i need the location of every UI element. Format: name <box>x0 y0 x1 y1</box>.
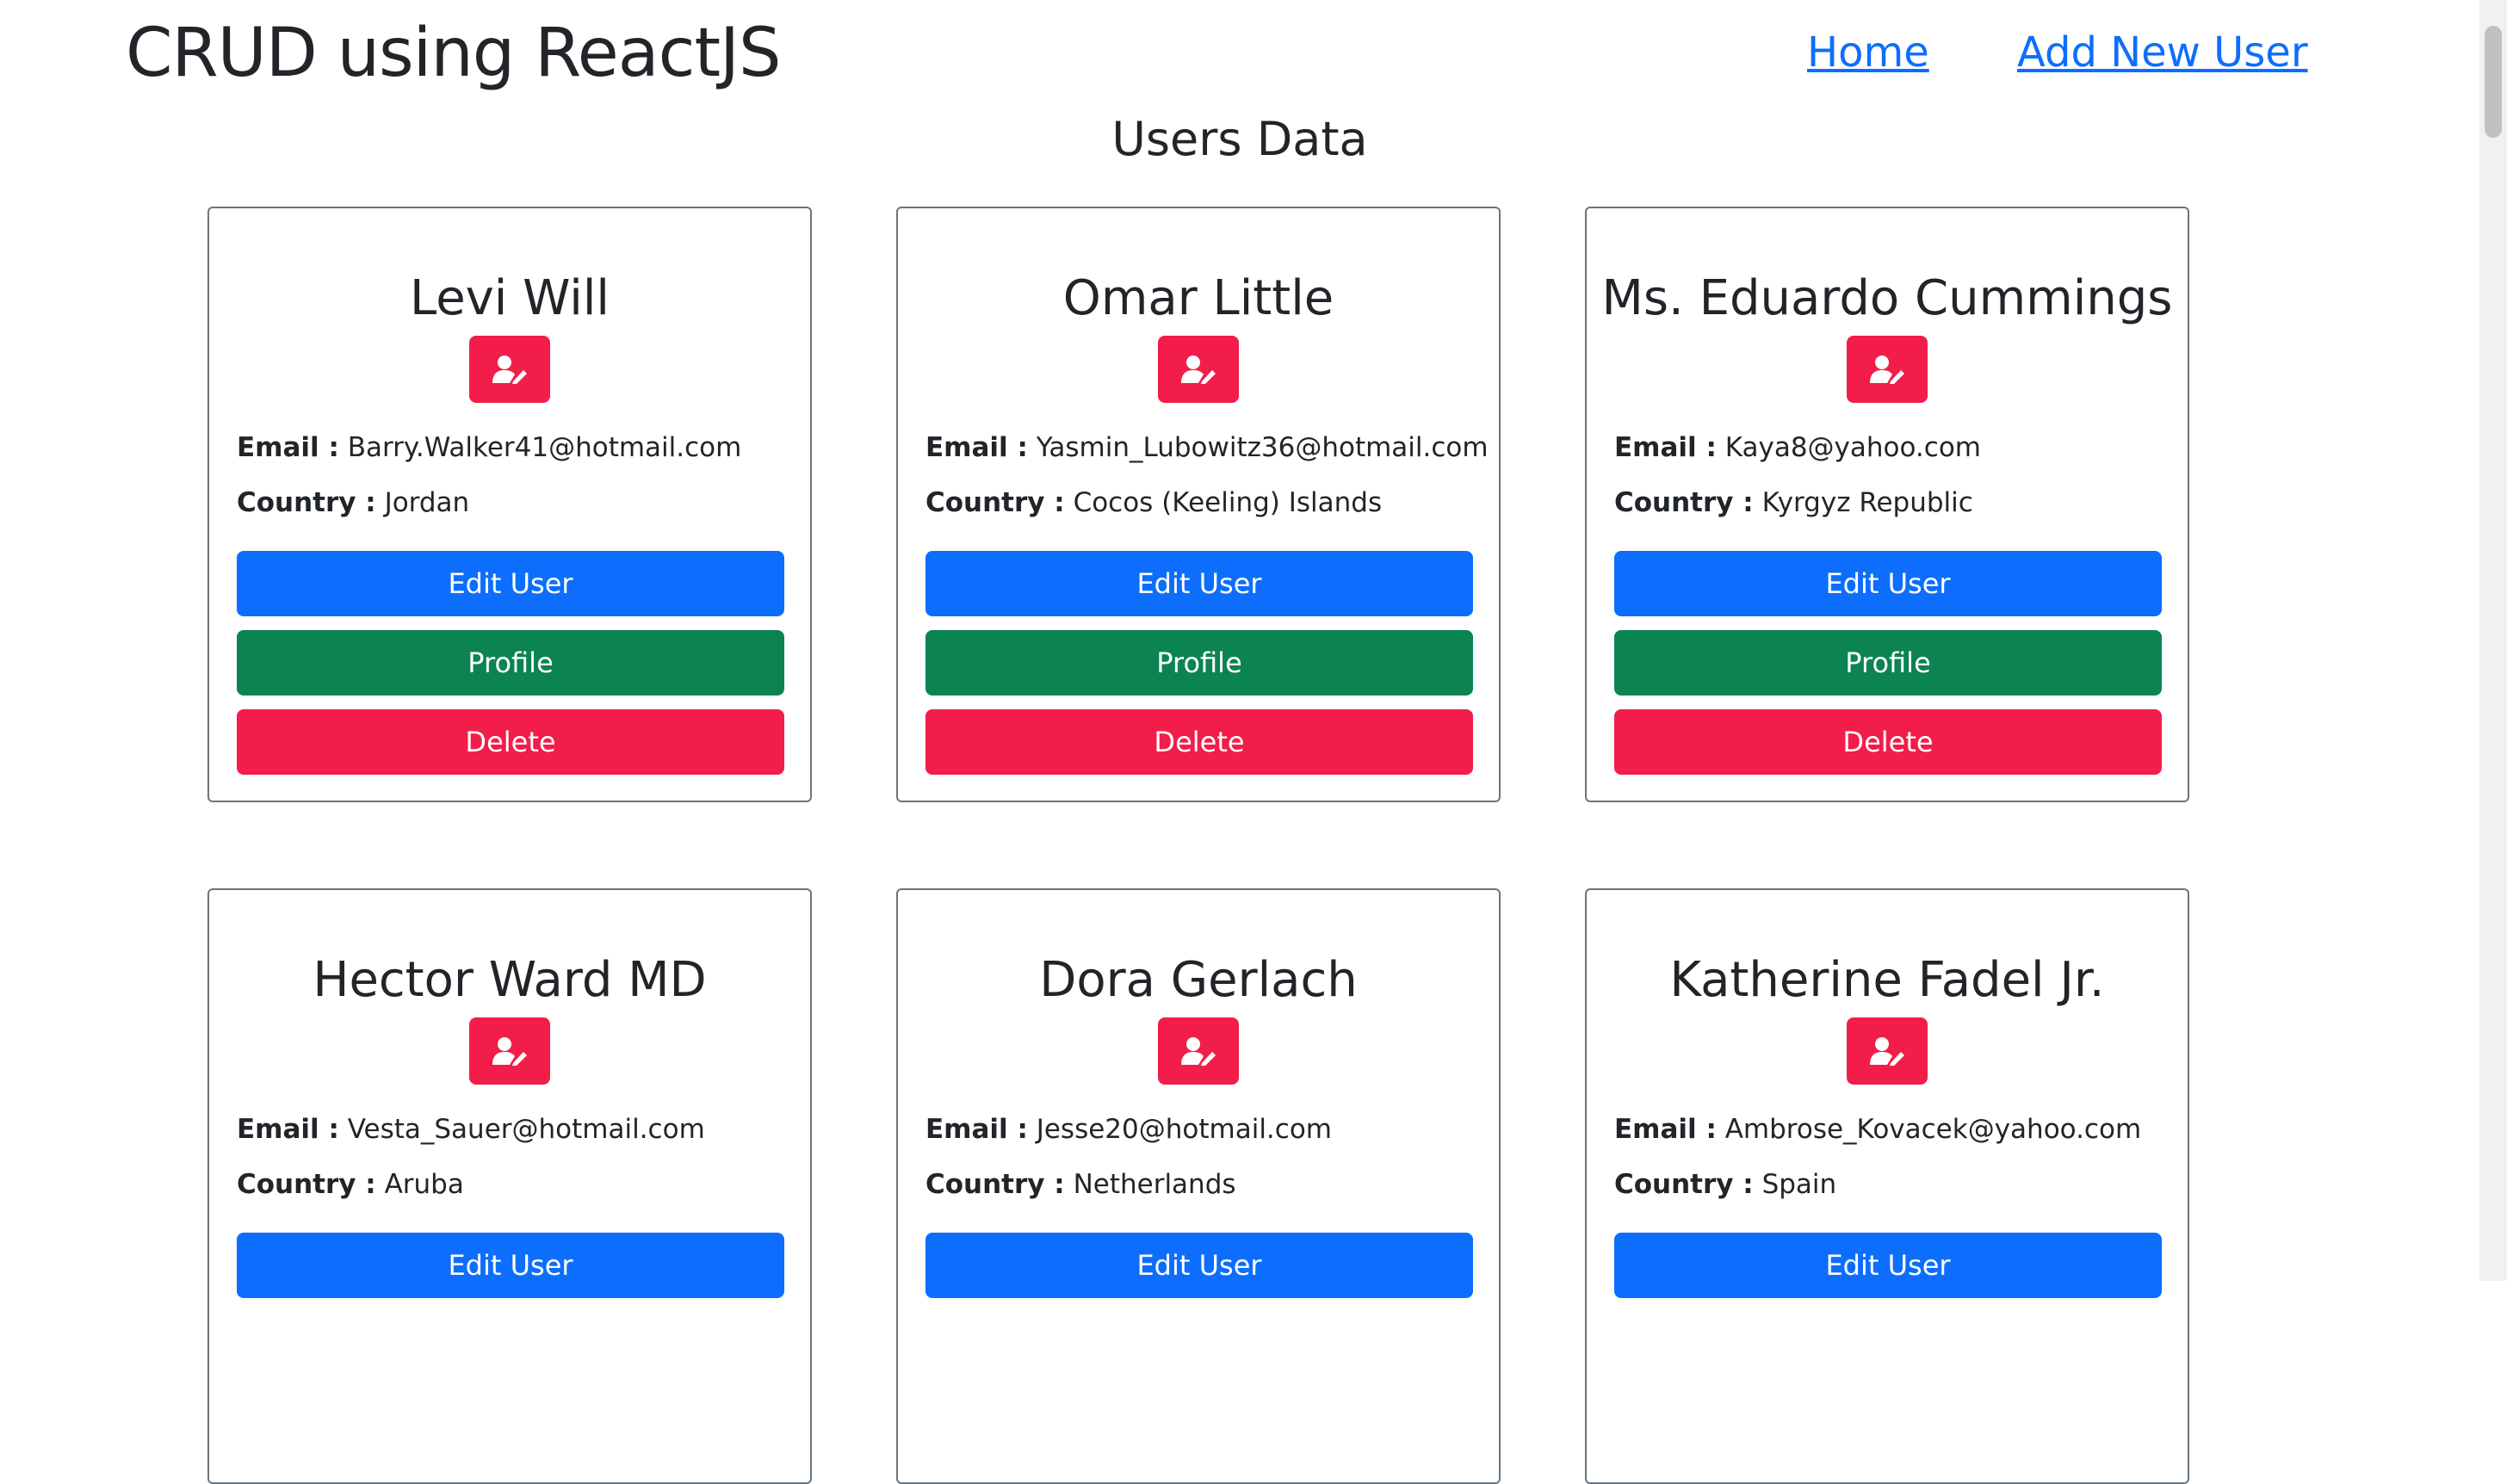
user-cards-grid: Levi Will Email : Barry.Walker41@hotmail… <box>0 0 2479 1484</box>
user-name: Hector Ward MD <box>313 952 707 1008</box>
user-card: Ms. Eduardo Cummings Email : Kaya8@yahoo… <box>1585 207 2189 802</box>
user-edit-icon <box>492 1037 527 1066</box>
email-label: Email : <box>1614 1114 1717 1145</box>
user-email: Email : Barry.Walker41@hotmail.com <box>237 429 741 467</box>
country-label: Country : <box>1614 487 1754 518</box>
country-value: Jordan <box>384 487 470 518</box>
email-value: Barry.Walker41@hotmail.com <box>347 432 742 463</box>
user-country: Country : Jordan <box>237 484 469 522</box>
user-card: Omar Little Email : Yasmin_Lubowitz36@ho… <box>896 207 1501 802</box>
country-label: Country : <box>237 1169 376 1200</box>
email-value: Yasmin_Lubowitz36@hotmail.com <box>1036 432 1489 463</box>
user-email: Email : Kaya8@yahoo.com <box>1614 429 1981 467</box>
email-label: Email : <box>1614 432 1717 463</box>
delete-button[interactable]: Delete <box>1614 709 2162 775</box>
edit-user-button[interactable]: Edit User <box>925 1233 1473 1298</box>
user-edit-icon-button[interactable] <box>1158 1017 1239 1085</box>
country-value: Netherlands <box>1073 1169 1236 1200</box>
user-name: Katherine Fadel Jr. <box>1669 952 2105 1008</box>
user-name: Dora Gerlach <box>1039 952 1358 1008</box>
email-label: Email : <box>925 1114 1028 1145</box>
email-label: Email : <box>237 1114 339 1145</box>
vertical-scrollbar[interactable] <box>2479 0 2507 1281</box>
user-edit-icon-button[interactable] <box>469 1017 550 1085</box>
user-email: Email : Jesse20@hotmail.com <box>925 1110 1332 1148</box>
user-country: Country : Kyrgyz Republic <box>1614 484 1973 522</box>
user-country: Country : Cocos (Keeling) Islands <box>925 484 1382 522</box>
edit-user-button[interactable]: Edit User <box>237 551 784 616</box>
user-card: Levi Will Email : Barry.Walker41@hotmail… <box>207 207 812 802</box>
email-value: Kaya8@yahoo.com <box>1724 432 1981 463</box>
user-card: Hector Ward MD Email : Vesta_Sauer@hotma… <box>207 888 812 1484</box>
user-edit-icon-button[interactable] <box>469 336 550 403</box>
user-edit-icon <box>1870 356 1904 384</box>
delete-button[interactable]: Delete <box>925 709 1473 775</box>
email-label: Email : <box>237 432 339 463</box>
email-value: Jesse20@hotmail.com <box>1036 1114 1332 1145</box>
email-value: Vesta_Sauer@hotmail.com <box>347 1114 705 1145</box>
country-value: Kyrgyz Republic <box>1761 487 1973 518</box>
edit-user-button[interactable]: Edit User <box>1614 551 2162 616</box>
user-edit-icon <box>492 356 527 384</box>
user-name: Omar Little <box>1062 270 1334 326</box>
edit-user-button[interactable]: Edit User <box>1614 1233 2162 1298</box>
country-label: Country : <box>925 1169 1065 1200</box>
user-country: Country : Spain <box>1614 1166 1836 1203</box>
user-name: Ms. Eduardo Cummings <box>1601 270 2173 326</box>
user-card: Dora Gerlach Email : Jesse20@hotmail.com… <box>896 888 1501 1484</box>
profile-button[interactable]: Profile <box>1614 630 2162 696</box>
country-value: Cocos (Keeling) Islands <box>1073 487 1383 518</box>
edit-user-button[interactable]: Edit User <box>237 1233 784 1298</box>
user-edit-icon-button[interactable] <box>1847 1017 1928 1085</box>
user-card: Katherine Fadel Jr. Email : Ambrose_Kova… <box>1585 888 2189 1484</box>
user-name: Levi Will <box>410 270 610 326</box>
user-edit-icon <box>1870 1037 1904 1066</box>
user-edit-icon-button[interactable] <box>1847 336 1928 403</box>
country-label: Country : <box>925 487 1065 518</box>
country-value: Spain <box>1761 1169 1837 1200</box>
email-label: Email : <box>925 432 1028 463</box>
country-label: Country : <box>237 487 376 518</box>
user-edit-icon-button[interactable] <box>1158 336 1239 403</box>
user-email: Email : Ambrose_Kovacek@yahoo.com <box>1614 1110 2141 1148</box>
user-country: Country : Aruba <box>237 1166 464 1203</box>
user-country: Country : Netherlands <box>925 1166 1236 1203</box>
user-email: Email : Yasmin_Lubowitz36@hotmail.com <box>925 429 1489 467</box>
edit-user-button[interactable]: Edit User <box>925 551 1473 616</box>
scrollbar-thumb[interactable] <box>2485 26 2502 138</box>
user-email: Email : Vesta_Sauer@hotmail.com <box>237 1110 705 1148</box>
profile-button[interactable]: Profile <box>237 630 784 696</box>
delete-button[interactable]: Delete <box>237 709 784 775</box>
user-edit-icon <box>1181 1037 1216 1066</box>
email-value: Ambrose_Kovacek@yahoo.com <box>1724 1114 2142 1145</box>
country-label: Country : <box>1614 1169 1754 1200</box>
profile-button[interactable]: Profile <box>925 630 1473 696</box>
user-edit-icon <box>1181 356 1216 384</box>
country-value: Aruba <box>384 1169 464 1200</box>
